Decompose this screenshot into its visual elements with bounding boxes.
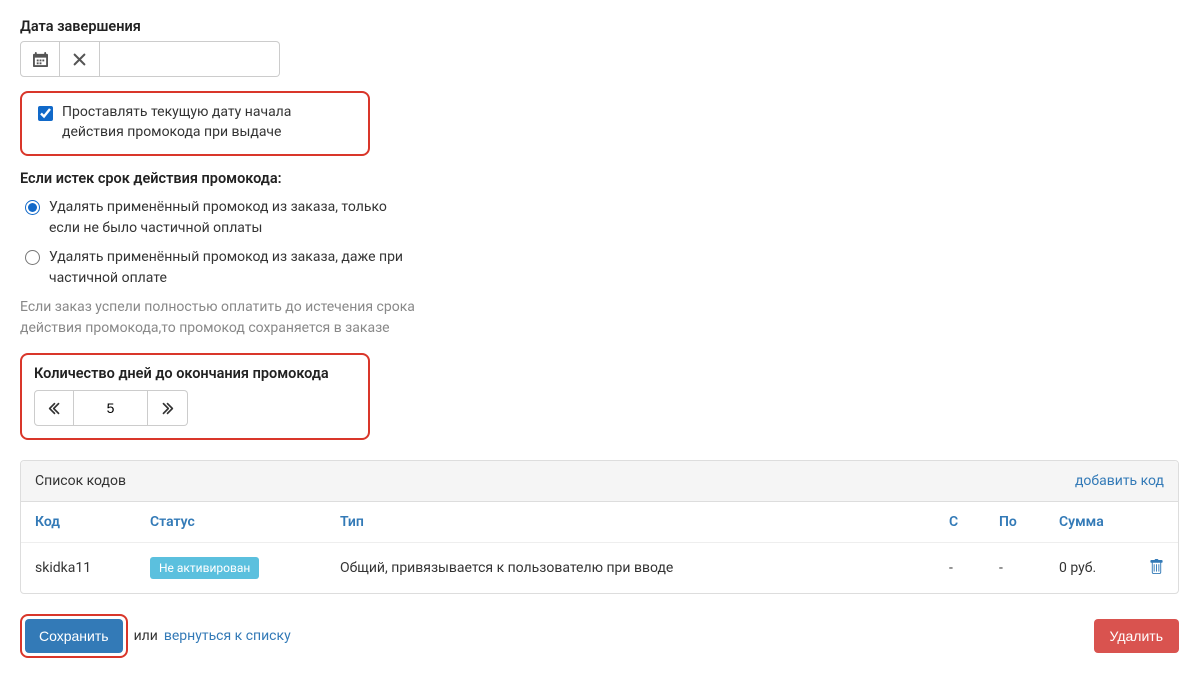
codes-panel: Список кодов добавить код Код Статус Тип… [20,460,1179,594]
set-current-date-label: Проставлять текущую дату начала действия… [62,103,356,142]
cell-sum: 0 руб. [1045,543,1135,594]
save-button[interactable]: Сохранить [25,619,123,653]
delete-button[interactable]: Удалить [1094,619,1179,653]
table-row: skidka11 Не активирован Общий, привязыва… [21,543,1178,594]
cell-code: skidka11 [21,543,136,594]
set-current-date-checkbox[interactable] [38,106,53,121]
days-label: Количество дней до окончания промокода [34,365,356,382]
end-date-label: Дата завершения [20,18,1179,35]
save-highlight: Сохранить [20,614,128,658]
end-date-group [20,41,1179,77]
set-current-date-highlight: Проставлять текущую дату начала действия… [20,91,370,156]
trash-icon[interactable] [1135,543,1178,594]
end-date-input[interactable] [100,41,280,77]
cell-type: Общий, привязывается к пользователю при … [326,543,935,594]
footer-or: или [134,628,158,644]
codes-table: Код Статус Тип С По Сумма skidka11 Не ак… [21,502,1178,593]
footer: Сохранить или вернуться к списку Удалить [20,614,1179,658]
add-code-link[interactable]: добавить код [1075,473,1164,489]
calendar-icon[interactable] [20,41,60,77]
cell-from: - [935,543,985,594]
days-decrement-icon[interactable] [34,390,74,426]
col-status[interactable]: Статус [136,502,326,543]
col-code[interactable]: Код [21,502,136,543]
expired-opt1-row[interactable]: Удалять применённый промокод из заказа, … [20,197,420,239]
col-to[interactable]: По [985,502,1045,543]
days-input[interactable] [74,390,148,426]
expired-opt1-label: Удалять применённый промокод из заказа, … [49,197,420,239]
codes-panel-title: Список кодов [35,473,126,489]
col-sum[interactable]: Сумма [1045,502,1135,543]
days-increment-icon[interactable] [148,390,188,426]
clear-date-icon[interactable] [60,41,100,77]
col-from[interactable]: С [935,502,985,543]
back-to-list-link[interactable]: вернуться к списку [164,628,291,644]
expired-opt2-row[interactable]: Удалять применённый промокод из заказа, … [20,247,420,289]
expired-heading: Если истек срок действия промокода: [20,170,1179,187]
expired-opt1-radio[interactable] [25,200,40,215]
cell-to: - [985,543,1045,594]
status-badge: Не активирован [150,557,259,579]
expired-opt2-label: Удалять применённый промокод из заказа, … [49,247,420,289]
expired-help-text: Если заказ успели полностью оплатить до … [20,297,430,339]
set-current-date-checkbox-row[interactable]: Проставлять текущую дату начала действия… [34,103,356,142]
days-highlight: Количество дней до окончания промокода [20,353,370,440]
days-stepper [34,390,356,426]
expired-opt2-radio[interactable] [25,250,40,265]
col-type[interactable]: Тип [326,502,935,543]
